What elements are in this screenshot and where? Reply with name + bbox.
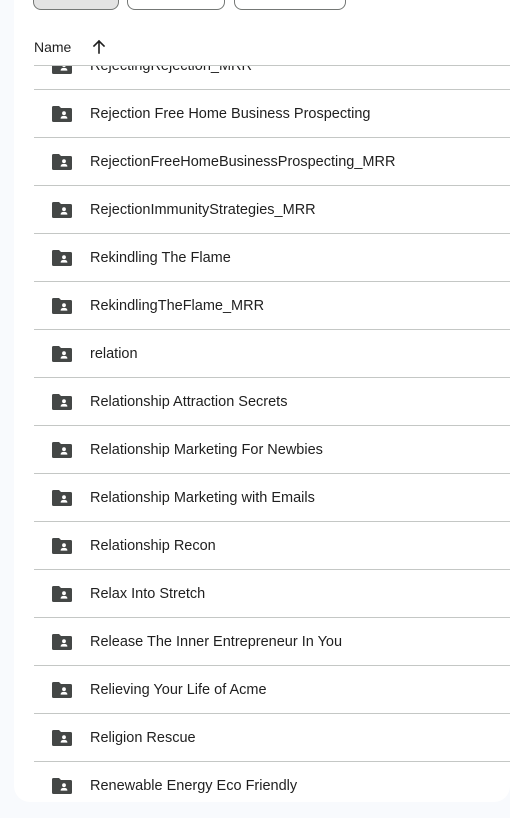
shared-folder-icon bbox=[52, 777, 72, 794]
folder-name: Relationship Recon bbox=[90, 537, 216, 554]
folder-name: Rekindling The Flame bbox=[90, 249, 231, 266]
shared-folder-icon bbox=[52, 297, 72, 314]
folder-name: Release The Inner Entrepreneur In You bbox=[90, 633, 343, 650]
shared-folder-icon bbox=[52, 66, 72, 74]
shared-folder-icon bbox=[52, 105, 72, 122]
folder-name: Relieving Your Life of Acme bbox=[90, 681, 267, 698]
folder-row[interactable]: Relax Into Stretch bbox=[34, 570, 510, 618]
folder-row[interactable]: RejectionImmunityStrategies_MRR bbox=[34, 186, 510, 234]
folder-row[interactable]: Relationship Marketing with Emails bbox=[34, 474, 510, 522]
list-header: Name bbox=[34, 28, 510, 66]
shared-folder-icon bbox=[52, 489, 72, 506]
folder-row[interactable]: RejectionFreeHomeBusinessProspecting_MRR bbox=[34, 138, 510, 186]
folder-row[interactable]: RejectingRejection_MRR bbox=[34, 66, 510, 90]
folder-name: relation bbox=[90, 345, 138, 362]
folder-name: Renewable Energy Eco Friendly bbox=[90, 777, 298, 794]
folder-row[interactable]: Rejection Free Home Business Prospecting bbox=[34, 90, 510, 138]
folder-row[interactable]: Rekindling The Flame bbox=[34, 234, 510, 282]
folder-name: Relationship Marketing with Emails bbox=[90, 489, 315, 506]
arrow-up-icon bbox=[93, 39, 106, 54]
folder-name: RejectionImmunityStrategies_MRR bbox=[90, 201, 316, 218]
folder-list: RejectingRejection_MRR Rejection Free Ho… bbox=[34, 66, 510, 802]
folder-name: Relationship Attraction Secrets bbox=[90, 393, 288, 410]
folder-row[interactable]: RekindlingTheFlame_MRR bbox=[34, 282, 510, 330]
shared-folder-icon bbox=[52, 153, 72, 170]
folder-name: RejectingRejection_MRR bbox=[90, 66, 252, 74]
folder-row[interactable]: Relieving Your Life of Acme bbox=[34, 666, 510, 714]
folder-row[interactable]: Relationship Recon bbox=[34, 522, 510, 570]
shared-folder-icon bbox=[52, 249, 72, 266]
shared-folder-icon bbox=[52, 633, 72, 650]
shared-folder-icon bbox=[52, 393, 72, 410]
shared-folder-icon bbox=[52, 681, 72, 698]
filter-chip-type[interactable] bbox=[33, 0, 119, 10]
shared-folder-icon bbox=[52, 441, 72, 458]
folder-row[interactable]: Release The Inner Entrepreneur In You bbox=[34, 618, 510, 666]
folder-row[interactable]: Relationship Attraction Secrets bbox=[34, 378, 510, 426]
shared-folder-icon bbox=[52, 729, 72, 746]
file-list-panel: Name RejectingRejection_MRR Rejection Fr… bbox=[14, 0, 510, 802]
filter-chip-modified[interactable] bbox=[234, 0, 346, 10]
filter-chip-people[interactable] bbox=[127, 0, 225, 10]
sort-direction-button[interactable] bbox=[87, 35, 111, 59]
folder-name: Religion Rescue bbox=[90, 729, 196, 746]
shared-folder-icon bbox=[52, 345, 72, 362]
shared-folder-icon bbox=[52, 585, 72, 602]
name-column-header[interactable]: Name bbox=[34, 39, 71, 55]
folder-row[interactable]: Renewable Energy Eco Friendly bbox=[34, 762, 510, 802]
folder-row[interactable]: Relationship Marketing For Newbies bbox=[34, 426, 510, 474]
folder-name: RekindlingTheFlame_MRR bbox=[90, 297, 265, 314]
folder-name: Relax Into Stretch bbox=[90, 585, 206, 602]
folder-row[interactable]: Religion Rescue bbox=[34, 714, 510, 762]
shared-folder-icon bbox=[52, 201, 72, 218]
folder-name: Relationship Marketing For Newbies bbox=[90, 441, 323, 458]
shared-folder-icon bbox=[52, 537, 72, 554]
folder-name: Rejection Free Home Business Prospecting bbox=[90, 105, 371, 122]
folder-row[interactable]: relation bbox=[34, 330, 510, 378]
folder-name: RejectionFreeHomeBusinessProspecting_MRR bbox=[90, 153, 396, 170]
